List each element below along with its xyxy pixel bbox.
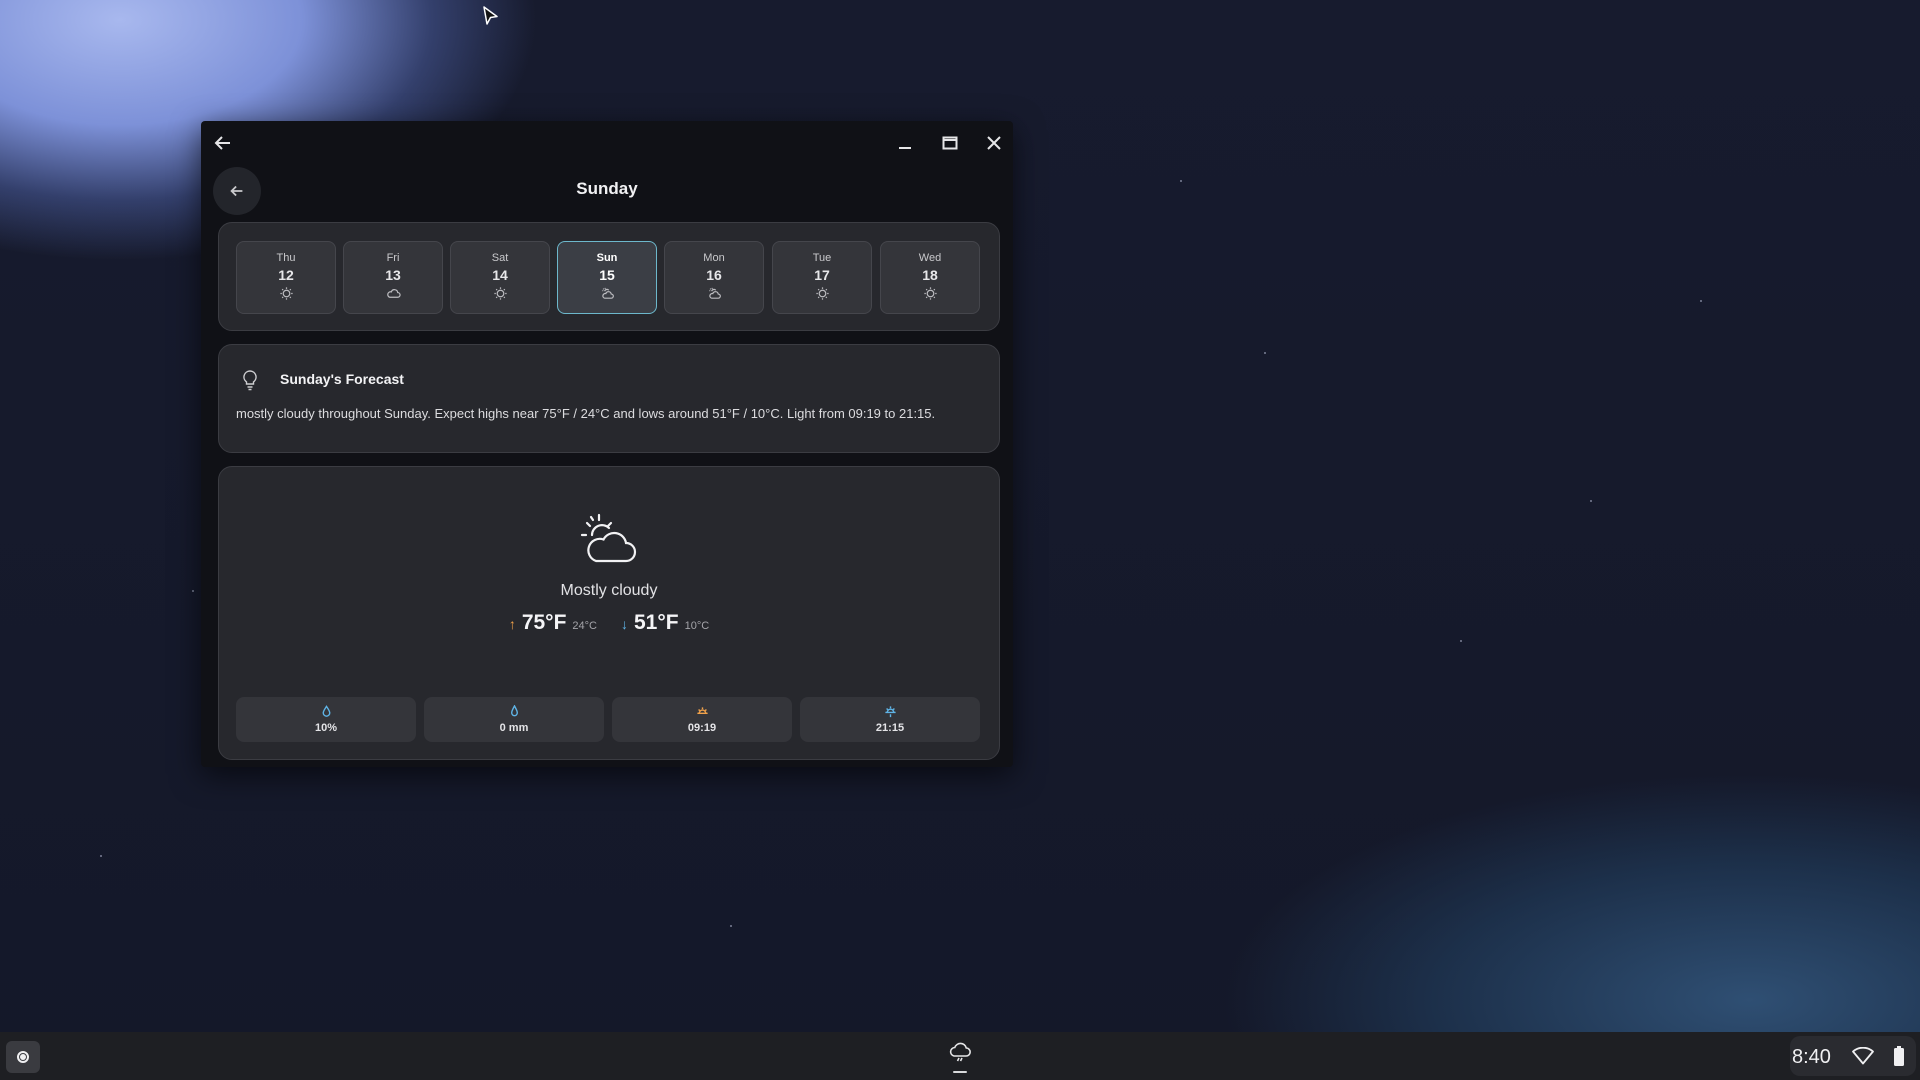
low-temp-c: 10°C [684,620,710,632]
wallpaper-star [1590,500,1592,502]
wifi-icon [1852,1047,1874,1065]
close-button[interactable] [981,130,1007,156]
day-mon[interactable]: Mon 16 [664,241,764,314]
raindrop-icon [510,705,518,717]
stat-sunset: 21:15 [800,697,980,742]
wallpaper-star [1180,180,1182,182]
page-title: Sunday [576,179,638,198]
sun-icon [493,287,507,300]
wallpaper-star [730,925,732,927]
taskbar: 8:40 [0,1032,1920,1080]
stat-precip-chance: 10% [236,697,416,742]
maximize-icon [942,136,958,150]
high-arrow-icon: ↑ [508,616,516,632]
day-date: 18 [922,267,938,283]
day-date: 17 [814,267,830,283]
day-selector: Thu 12 Fri 13 Sat 14 Sun 15 Mon 16 Tue 1… [218,222,1000,331]
day-date: 14 [492,267,508,283]
wallpaper-star [1264,352,1266,354]
today-card: Mostly cloudy ↑ 75°F 24°C ↓ 51°F 10°C 10… [218,466,1000,760]
high-temp-c: 24°C [572,620,597,632]
sun-icon [815,287,829,300]
launcher-button[interactable] [6,1041,40,1073]
close-icon [987,136,1001,150]
low-arrow-icon: ↓ [621,616,628,632]
day-name: Thu [276,252,296,264]
day-name: Tue [812,252,832,264]
stat-sunrise: 09:19 [612,697,792,742]
day-name: Wed [918,252,942,264]
wallpaper-star [192,590,194,592]
mouse-cursor-icon [483,6,498,25]
launcher-icon [17,1051,29,1063]
arrow-left-icon [214,136,230,150]
clock: 8:40 [1792,1046,1831,1068]
weather-app-icon [949,1042,971,1062]
temperature-range: ↑ 75°F 24°C ↓ 51°F 10°C [219,611,999,635]
lightbulb-icon [241,369,259,391]
day-name: Fri [386,252,400,264]
day-tue[interactable]: Tue 17 [772,241,872,314]
stat-value: 0 mm [499,722,529,734]
day-name: Sat [491,252,509,264]
weather-window: Sunday Thu 12 Fri 13 Sat 14 Sun 15 Mon 1… [201,121,1013,767]
condition-text: Mostly cloudy [560,582,658,599]
maximize-button[interactable] [937,130,963,156]
day-fri[interactable]: Fri 13 [343,241,443,314]
day-date: 12 [278,267,294,283]
battery-icon [1894,1046,1904,1066]
day-date: 16 [706,267,722,283]
window-back-button[interactable] [210,130,236,156]
partly-cloudy-icon [601,287,614,299]
day-sun[interactable]: Sun 15 [557,241,657,314]
cloud-icon [386,289,401,298]
minimize-button[interactable] [892,130,918,156]
app-header: Sunday [201,167,1013,217]
forecast-card: Sunday's Forecast mostly cloudy througho… [218,344,1000,453]
taskbar-weather-app[interactable] [945,1039,975,1073]
wallpaper-star [1460,640,1462,642]
stat-value: 21:15 [875,722,905,734]
high-temp-f: 75°F [521,611,567,634]
day-wed[interactable]: Wed 18 [880,241,980,314]
stat-value: 10% [314,722,338,734]
wallpaper-star [1700,300,1702,302]
day-sat[interactable]: Sat 14 [450,241,550,314]
forecast-title: Sunday's Forecast [280,371,404,387]
day-thu[interactable]: Thu 12 [236,241,336,314]
stat-precip-amount: 0 mm [424,697,604,742]
droplet-icon [322,705,330,717]
wallpaper-star [100,855,102,857]
day-date: 13 [385,267,401,283]
day-date: 15 [599,267,615,283]
low-temp-f: 51°F [634,611,679,634]
title-bar [201,121,1013,163]
partly-cloudy-icon [708,287,721,299]
sunrise-icon [696,707,708,715]
minimize-icon [899,147,911,149]
sun-icon [279,287,293,300]
partly-cloudy-icon [578,511,642,567]
system-tray[interactable]: 8:40 [1790,1036,1916,1076]
day-name: Sun [596,252,618,264]
forecast-text: mostly cloudy throughout Sunday. Expect … [236,406,936,421]
sun-icon [923,287,937,300]
day-name: Mon [703,252,725,264]
sunset-icon [884,706,896,718]
stat-value: 09:19 [687,722,717,734]
active-indicator [953,1071,967,1073]
